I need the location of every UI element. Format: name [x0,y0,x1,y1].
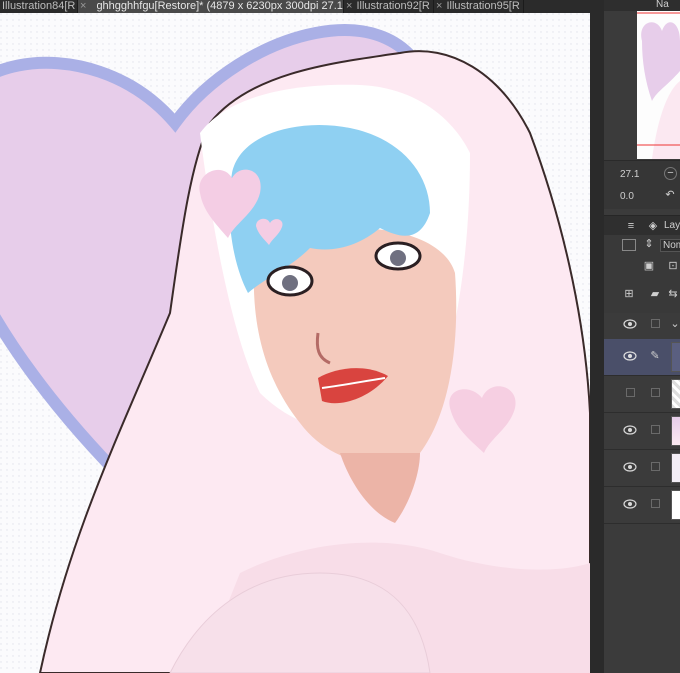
opacity-icon[interactable]: ▣ [642,259,656,273]
chevron-down-icon[interactable]: ⌄ [668,317,680,331]
layer-type-icon[interactable] [622,239,636,251]
close-icon[interactable]: × [436,0,442,13]
layers-icon[interactable]: ◈ [646,219,660,233]
right-iris [390,250,406,266]
layer-row[interactable] [604,450,680,487]
eye-icon[interactable] [623,462,637,472]
tab-ghhgghhfgu[interactable]: × ghhgghhfgu[Restore]* (4879 x 6230px 30… [78,0,344,13]
pen-icon: ✎ [650,350,660,362]
rotate-icon[interactable]: ↶ [663,188,677,202]
navigator-preview[interactable] [637,11,680,159]
layer-lock-box[interactable] [651,319,660,328]
layer-thumbnail [671,416,680,446]
layer-lock-box[interactable] [651,499,660,508]
lock-icon[interactable]: ⊡ [666,259,680,273]
tab-label: ghhgghhfgu[Restore]* (4879 x 6230px 300d… [96,0,344,12]
layer-thumbnail [671,342,680,372]
tab-label: Illustration84[R [2,0,76,12]
menu-icon[interactable]: ≡ [624,219,638,233]
layer-thumbnail [671,490,680,520]
layer-lock-box[interactable] [651,425,660,434]
visibility-box[interactable] [626,388,635,397]
layer-thumbnail [671,379,680,409]
layer-lock-box[interactable] [651,388,660,397]
zoom-value[interactable]: 27.1 [620,169,639,180]
navigator-header: Na [604,0,680,11]
layer-row[interactable] [604,487,680,524]
panel-divider [590,0,604,673]
tab-illustration84[interactable]: Illustration84[R [0,0,78,13]
new-layer-icon[interactable]: ⊞ [622,287,636,301]
layer-lock-box[interactable] [651,462,660,471]
new-folder-icon[interactable]: ▰ [648,287,662,301]
tab-label: Illustration92[R [356,0,430,12]
rotation-value[interactable]: 0.0 [620,191,634,202]
layers-title: Lay [664,220,680,231]
canvas[interactable] [0,13,590,673]
layer-thumbnail [671,453,680,483]
eye-icon[interactable] [623,351,637,361]
layer-row[interactable] [604,376,680,413]
right-panel: Na 27.1 − 0.0 ↶ ≡ ◈ Lay ⇕ Nom ▣ ⊡ ⊞ ▰ ⇆ … [604,0,680,673]
blend-mode-select[interactable]: Nom [660,239,680,252]
eye-icon[interactable] [623,425,637,435]
layers-header: ≡ ◈ Lay [604,215,680,236]
layer-row-selected[interactable]: ✎ [604,339,680,376]
navigator-controls: 27.1 − 0.0 ↶ [604,160,680,209]
zoom-dial-icon[interactable]: − [664,167,677,180]
tab-label: Illustration95[R [446,0,520,12]
navigator-title: Na [656,0,669,10]
stepper-icon[interactable]: ⇕ [642,237,656,251]
layer-toolbar: ⇕ Nom ▣ ⊡ ⊞ ▰ ⇆ [604,235,680,313]
left-iris [282,275,298,291]
eye-icon[interactable] [623,499,637,509]
artwork [0,13,590,673]
close-icon[interactable]: × [346,0,352,13]
layer-row[interactable] [604,413,680,450]
tab-illustration95[interactable]: × Illustration95[R [434,0,524,13]
document-tab-bar: Illustration84[R × ghhgghhfgu[Restore]* … [0,0,604,13]
eye-icon[interactable] [623,319,637,329]
tab-illustration92[interactable]: × Illustration92[R [344,0,434,13]
close-icon[interactable]: × [80,0,86,13]
transfer-icon[interactable]: ⇆ [666,287,680,301]
